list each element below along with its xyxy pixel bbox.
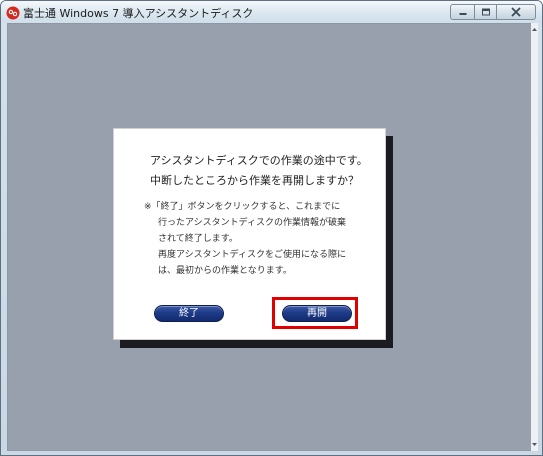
maximize-icon bbox=[481, 8, 490, 16]
close-button[interactable] bbox=[496, 4, 536, 20]
dialog-note-line: ※「終了」ボタンをクリックすると、これまでに bbox=[144, 202, 341, 212]
maximize-button[interactable] bbox=[474, 4, 496, 20]
window-controls bbox=[450, 4, 536, 20]
dialog-message-line: アシスタントディスクでの作業の途中です。 bbox=[150, 154, 368, 167]
fujitsu-app-icon bbox=[6, 5, 20, 20]
dialog-note-line: されて終了します。 bbox=[158, 234, 238, 244]
window-title: 富士通 Windows 7 導入アシスタントディスク bbox=[23, 7, 254, 20]
end-button[interactable]: 終了 bbox=[154, 305, 224, 322]
dialog-note-line: 再度アシスタントディスクをご使用になる際に bbox=[158, 250, 347, 260]
close-icon bbox=[511, 7, 521, 17]
dialog-message-line: 中断したところから作業を再開しますか？ bbox=[150, 174, 359, 187]
dialog-note-line: は、最初からの作業となります。 bbox=[158, 266, 292, 276]
scroll-up-icon[interactable] bbox=[531, 25, 538, 34]
title-bar[interactable]: 富士通 Windows 7 導入アシスタントディスク bbox=[1, 1, 542, 23]
minimize-icon bbox=[459, 13, 466, 15]
vertical-scrollbar[interactable] bbox=[531, 23, 538, 451]
dialog-note-line: 行ったアシスタントディスクの作業情報が破棄 bbox=[158, 218, 347, 228]
scroll-down-icon[interactable] bbox=[531, 440, 538, 449]
minimize-button[interactable] bbox=[450, 4, 474, 20]
resume-button-highlight bbox=[272, 297, 358, 329]
